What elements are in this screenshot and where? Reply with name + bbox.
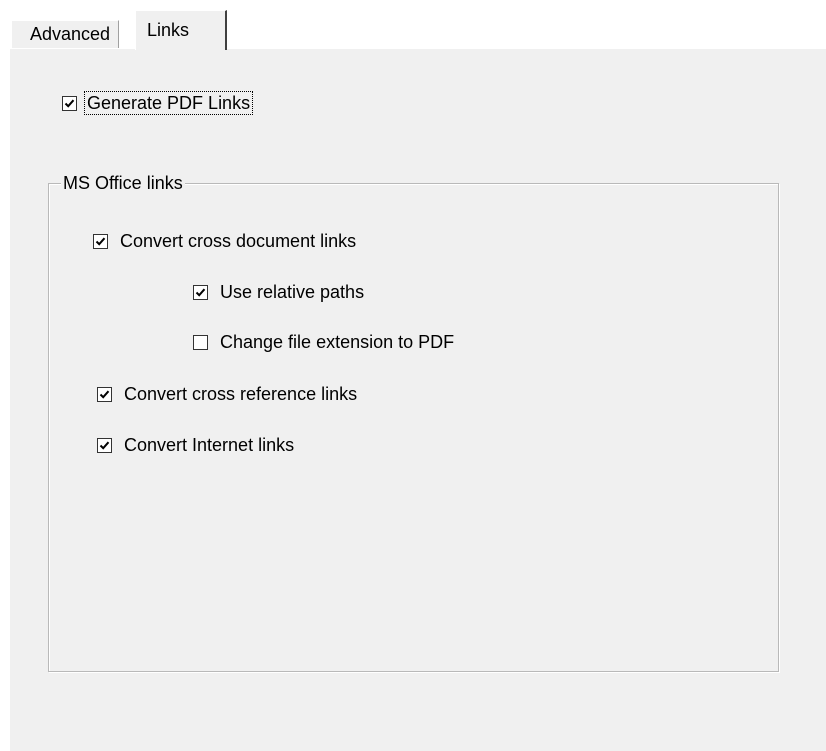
change-file-extension-checkbox[interactable]	[193, 334, 208, 350]
tab-links[interactable]: Links	[135, 10, 227, 50]
change-file-extension-label[interactable]: Change file extension to PDF	[220, 331, 454, 353]
ms-office-links-groupbox: MS Office links	[48, 171, 779, 672]
convert-cross-reference-links-row[interactable]: Convert cross reference links	[97, 383, 357, 405]
convert-cross-reference-links-label[interactable]: Convert cross reference links	[124, 383, 357, 405]
check-mark-icon	[95, 237, 106, 246]
convert-cross-document-links-checkbox[interactable]	[93, 233, 108, 249]
tab-strip: Advanced Links	[9, 8, 826, 52]
convert-cross-reference-links-checkbox[interactable]	[97, 386, 112, 402]
convert-internet-links-checkbox[interactable]	[97, 437, 112, 453]
convert-cross-document-links-label[interactable]: Convert cross document links	[120, 230, 356, 252]
convert-internet-links-label[interactable]: Convert Internet links	[124, 434, 294, 456]
tab-links-label: Links	[147, 20, 190, 40]
generate-pdf-links-label[interactable]: Generate PDF Links	[83, 91, 254, 115]
use-relative-paths-label[interactable]: Use relative paths	[220, 281, 364, 303]
check-mark-icon	[64, 99, 75, 108]
use-relative-paths-checkbox[interactable]	[193, 284, 208, 300]
check-mark-icon	[99, 441, 110, 450]
generate-pdf-links-checkbox[interactable]	[62, 95, 77, 111]
change-file-extension-row[interactable]: Change file extension to PDF	[193, 331, 454, 353]
ms-office-links-group-title: MS Office links	[61, 171, 185, 195]
check-mark-icon	[195, 288, 206, 297]
tab-advanced-label: Advanced	[30, 24, 111, 44]
convert-internet-links-row[interactable]: Convert Internet links	[97, 434, 294, 456]
use-relative-paths-row[interactable]: Use relative paths	[193, 281, 364, 303]
generate-pdf-links-checkbox-row[interactable]: Generate PDF Links	[62, 91, 254, 115]
convert-cross-document-links-row[interactable]: Convert cross document links	[93, 230, 356, 252]
check-mark-icon	[99, 390, 110, 399]
